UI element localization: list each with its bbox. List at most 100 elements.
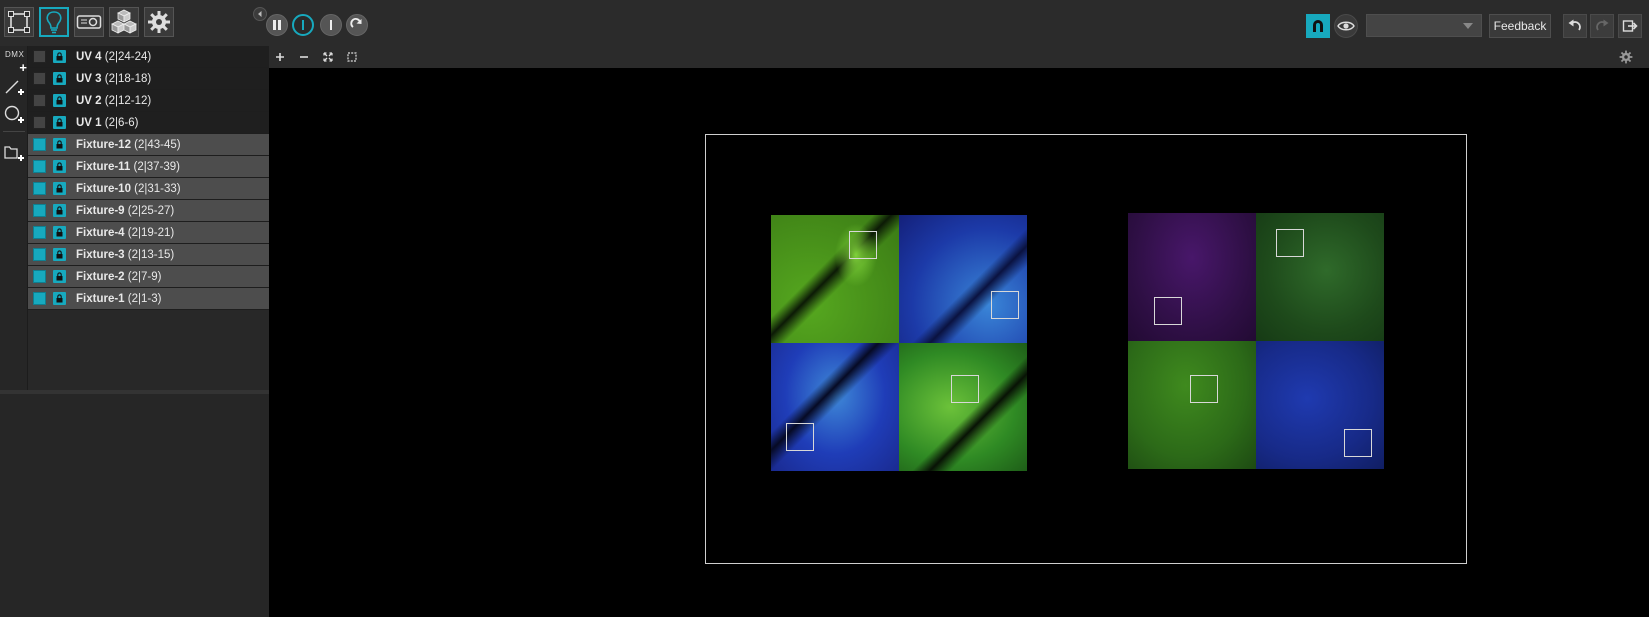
zoom-in-button[interactable]: [269, 46, 291, 68]
freeze-button[interactable]: [320, 14, 342, 36]
fixture-handle[interactable]: [1344, 429, 1372, 457]
fixture-handle[interactable]: [849, 231, 877, 259]
fixture-handle[interactable]: [991, 291, 1019, 319]
fixture-row[interactable]: UV 1 (2|6-6): [28, 112, 269, 134]
fixture-row[interactable]: Fixture-11 (2|37-39): [28, 156, 269, 178]
objects-mode-button[interactable]: [109, 7, 139, 37]
fixture-address: (2|7-9): [127, 270, 162, 283]
projector-mode-button[interactable]: [74, 7, 104, 37]
fixture-mode-button[interactable]: [39, 7, 69, 37]
lock-button[interactable]: [53, 270, 66, 283]
chevron-down-icon: [1463, 23, 1473, 29]
fixture-checkbox[interactable]: [33, 204, 46, 217]
fixture-row[interactable]: Fixture-3 (2|13-15): [28, 244, 269, 266]
fixture-address: (2|37-39): [133, 160, 180, 173]
collapse-panel-button[interactable]: [253, 7, 267, 21]
fixture-name: Fixture-4: [76, 226, 125, 239]
canvas-settings-button[interactable]: [1615, 46, 1637, 68]
fixture-label: Fixture-2 (2|7-9): [76, 271, 161, 283]
lock-button[interactable]: [53, 50, 66, 63]
lock-button[interactable]: [53, 160, 66, 173]
blackout-button[interactable]: [292, 14, 314, 36]
fixture-tile[interactable]: [1128, 213, 1256, 341]
exit-button[interactable]: [1618, 14, 1642, 38]
redo-action-button[interactable]: [346, 14, 368, 36]
lock-button[interactable]: [53, 226, 66, 239]
view-select[interactable]: [1366, 14, 1482, 37]
fixture-checkbox[interactable]: [33, 182, 46, 195]
redo-button[interactable]: [1590, 14, 1614, 38]
fixture-handle[interactable]: [1190, 375, 1218, 403]
lock-button[interactable]: [53, 138, 66, 151]
fixture-checkbox[interactable]: [33, 116, 46, 129]
fixture-tile[interactable]: [771, 215, 899, 343]
fixture-address: (2|25-27): [127, 204, 175, 217]
fixture-row[interactable]: UV 3 (2|18-18): [28, 68, 269, 90]
stage-canvas[interactable]: [269, 68, 1649, 617]
lock-button[interactable]: [53, 94, 66, 107]
fixture-handle[interactable]: [1276, 229, 1304, 257]
canvas-toolbar: [269, 46, 1649, 68]
lock-button[interactable]: [53, 248, 66, 261]
add-folder-button[interactable]: [3, 141, 25, 163]
fixture-group-left[interactable]: [771, 215, 1027, 472]
lock-icon: [56, 250, 63, 259]
lock-button[interactable]: [53, 292, 66, 305]
fixture-checkbox[interactable]: [33, 160, 46, 173]
settings-mode-button[interactable]: [144, 7, 174, 37]
lock-button[interactable]: [53, 204, 66, 217]
lock-button[interactable]: [53, 116, 66, 129]
fixture-label: UV 3 (2|18-18): [76, 73, 151, 85]
patch-mode-button[interactable]: [4, 7, 34, 37]
fixture-group-right[interactable]: [1128, 213, 1384, 470]
top-toolbar: Feedback: [0, 0, 1649, 46]
fixture-checkbox[interactable]: [33, 138, 46, 151]
fixture-label: Fixture-3 (2|13-15): [76, 249, 174, 261]
fixture-tile[interactable]: [1128, 341, 1256, 469]
fixture-row[interactable]: Fixture-1 (2|1-3): [28, 288, 269, 310]
fixture-tile[interactable]: [899, 215, 1027, 343]
fixture-row[interactable]: Fixture-10 (2|31-33): [28, 178, 269, 200]
fixture-handle[interactable]: [951, 375, 979, 403]
fixture-address: (2|31-33): [134, 182, 181, 195]
zoom-out-button[interactable]: [293, 46, 315, 68]
fixture-checkbox[interactable]: [33, 94, 46, 107]
fixture-tile[interactable]: [771, 343, 899, 471]
fixture-row[interactable]: Fixture-9 (2|25-27): [28, 200, 269, 222]
lock-icon: [56, 52, 63, 61]
fixture-row[interactable]: Fixture-4 (2|19-21): [28, 222, 269, 244]
fixture-checkbox[interactable]: [33, 72, 46, 85]
fixture-tile[interactable]: [1256, 341, 1384, 469]
fixture-row[interactable]: Fixture-2 (2|7-9): [28, 266, 269, 288]
fixture-checkbox[interactable]: [33, 270, 46, 283]
lock-button[interactable]: [53, 72, 66, 85]
visibility-button[interactable]: [1334, 14, 1358, 38]
fixture-checkbox[interactable]: [33, 226, 46, 239]
patch-mode-icon: [8, 11, 30, 33]
feedback-button[interactable]: Feedback: [1489, 14, 1551, 38]
lock-button[interactable]: [53, 182, 66, 195]
fixture-checkbox[interactable]: [33, 50, 46, 63]
fixture-row[interactable]: UV 2 (2|12-12): [28, 90, 269, 112]
add-circle-button[interactable]: [3, 103, 25, 125]
eye-icon: [1337, 21, 1355, 31]
pause-button[interactable]: [266, 14, 288, 36]
fixture-checkbox[interactable]: [33, 292, 46, 305]
fit-view-button[interactable]: [317, 46, 339, 68]
select-area-button[interactable]: [341, 46, 363, 68]
fixture-handle[interactable]: [1154, 297, 1182, 325]
fixture-handle[interactable]: [786, 423, 814, 451]
fixture-list: UV 4 (2|24-24) UV 3 (2|18-18) UV 2 (2|12-1…: [28, 46, 269, 390]
fixture-row[interactable]: UV 4 (2|24-24): [28, 46, 269, 68]
fixture-tile[interactable]: [899, 343, 1027, 471]
redo-icon: [350, 18, 362, 28]
fixture-tile[interactable]: [1256, 213, 1384, 341]
add-dmx-button[interactable]: DMX +: [3, 50, 27, 74]
fixture-checkbox[interactable]: [33, 248, 46, 261]
lock-icon: [56, 74, 63, 83]
magnet-button[interactable]: [1306, 14, 1330, 38]
fixture-row[interactable]: Fixture-12 (2|43-45): [28, 134, 269, 156]
fixture-name: Fixture-3: [76, 248, 125, 261]
undo-button[interactable]: [1563, 14, 1587, 38]
add-line-button[interactable]: [3, 76, 25, 98]
